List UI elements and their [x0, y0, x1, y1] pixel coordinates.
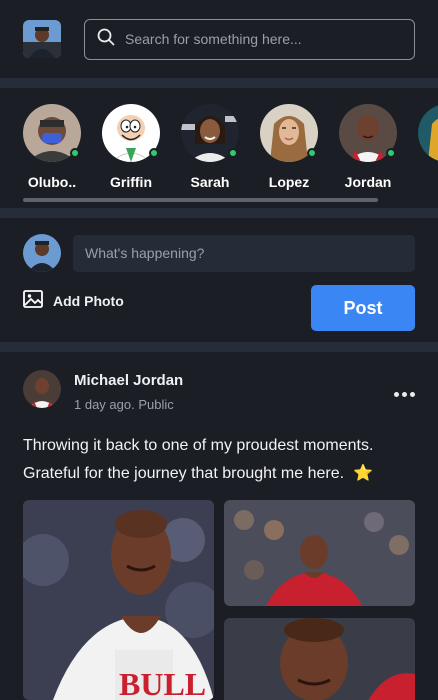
- post-author-avatar[interactable]: [23, 370, 61, 408]
- image-icon: [23, 290, 43, 311]
- post-button[interactable]: Post: [311, 285, 415, 331]
- post-card: Michael Jordan 1 day ago. Public Throwin…: [0, 352, 438, 488]
- post-photo-3[interactable]: [224, 618, 415, 700]
- divider: [0, 78, 438, 88]
- add-photo-button[interactable]: Add Photo: [23, 290, 124, 311]
- stories-strip[interactable]: Olubo.. Griffin Sarah Lopez Jordan: [0, 88, 438, 208]
- compose-input[interactable]: [73, 234, 415, 272]
- post-meta: 1 day ago. Public: [74, 397, 174, 412]
- story-item-griffin[interactable]: Griffin: [102, 104, 160, 190]
- post-media-grid: BULL: [23, 500, 415, 700]
- add-photo-label: Add Photo: [53, 292, 124, 309]
- story-name: Griffin: [110, 174, 152, 190]
- story-avatar: [418, 104, 438, 162]
- post-author-name[interactable]: Michael Jordan: [74, 372, 183, 389]
- online-indicator: [149, 148, 159, 158]
- online-indicator: [228, 148, 238, 158]
- search-box[interactable]: [84, 18, 415, 60]
- divider: [0, 208, 438, 218]
- more-options-icon[interactable]: [394, 392, 415, 397]
- post-composer: Add Photo Post: [0, 218, 438, 342]
- online-indicator: [386, 148, 396, 158]
- search-input[interactable]: [125, 31, 402, 47]
- star-emoji: ⭐: [352, 465, 373, 482]
- story-item-jordan[interactable]: Jordan: [339, 104, 397, 190]
- story-name: Lopez: [268, 174, 310, 190]
- svg-text:BULL: BULL: [119, 666, 206, 700]
- story-name: Olubo..: [27, 174, 77, 190]
- composer-avatar: [23, 234, 61, 272]
- story-name: Jordan: [344, 174, 392, 190]
- story-item-sarah[interactable]: Sarah: [181, 104, 239, 190]
- story-item-lopez[interactable]: Lopez: [260, 104, 318, 190]
- post-text: Throwing it back to one of my proudest m…: [23, 432, 413, 488]
- story-name: Sarah: [190, 174, 230, 190]
- post-photo-2[interactable]: [224, 500, 415, 606]
- current-user-avatar[interactable]: [23, 20, 61, 58]
- online-indicator: [70, 148, 80, 158]
- search-icon: [97, 28, 115, 51]
- story-item-olubo[interactable]: Olubo..: [23, 104, 81, 190]
- story-item-ro[interactable]: Ro: [418, 104, 438, 190]
- divider: [0, 342, 438, 352]
- stories-scrollbar[interactable]: [23, 198, 378, 202]
- top-header: [0, 0, 438, 78]
- post-body: Throwing it back to one of my proudest m…: [23, 437, 374, 482]
- post-photo-1[interactable]: BULL: [23, 500, 214, 700]
- online-indicator: [307, 148, 317, 158]
